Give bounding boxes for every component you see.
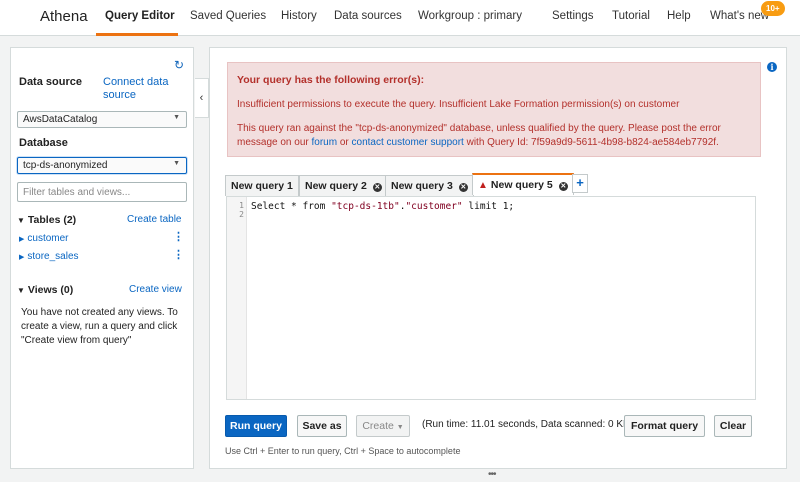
database-value: tcp-ds-anonymized: [23, 160, 108, 171]
tab-label: New query 5: [490, 179, 553, 191]
caret-down-icon: ▼: [17, 216, 25, 225]
views-section-toggle[interactable]: ▼ Views (0): [17, 284, 73, 296]
keyboard-hint: Use Ctrl + Enter to run query, Ctrl + Sp…: [225, 446, 461, 456]
tab-new-query-3[interactable]: New query 3 ✕: [385, 175, 474, 196]
info-icon[interactable]: i: [767, 62, 777, 72]
chevron-down-icon: ▼: [396, 424, 404, 431]
clear-button[interactable]: Clear: [714, 415, 752, 437]
sql-table-string: "customer": [405, 201, 463, 212]
error-detail-prefix: message on our: [237, 137, 309, 148]
tab-new-query-5[interactable]: ▲ New query 5 ✕: [472, 173, 574, 195]
create-table-link[interactable]: Create table: [127, 214, 181, 225]
caret-right-icon: ▶: [19, 236, 25, 243]
connect-data-source-link[interactable]: Connect data source: [103, 76, 183, 102]
database-label: Database: [19, 137, 68, 149]
refresh-icon[interactable]: ↻: [174, 58, 184, 72]
tables-heading: Tables (2): [27, 214, 77, 226]
table-name: customer: [27, 233, 69, 244]
sql-keywords: Select * from: [251, 201, 332, 212]
line-number: 2: [239, 210, 244, 219]
resize-handle-icon[interactable]: •••: [488, 469, 496, 480]
data-source-select[interactable]: AwsDataCatalog ▼: [17, 111, 187, 128]
add-tab-button[interactable]: +: [572, 174, 588, 193]
contact-support-link[interactable]: contact customer support: [352, 137, 464, 148]
nav-whats-new[interactable]: What's new: [710, 10, 769, 22]
tab-label: New query 2: [305, 180, 367, 192]
error-message: Insufficient permissions to execute the …: [237, 99, 680, 110]
more-options-icon[interactable]: ⋮: [173, 232, 184, 243]
active-tab-indicator: [96, 33, 178, 36]
nav-settings[interactable]: Settings: [552, 10, 594, 22]
plus-icon: +: [576, 175, 584, 190]
save-as-button[interactable]: Save as: [297, 415, 347, 437]
nav-saved-queries[interactable]: Saved Queries: [190, 10, 266, 22]
table-item-store-sales[interactable]: ▶ store_sales: [19, 251, 79, 262]
sql-editor[interactable]: 1 2 Select * from "tcp-ds-1tb"."customer…: [226, 196, 756, 400]
error-detail-line2: message on our forum or contact customer…: [237, 136, 719, 150]
query-id-text: with Query Id: 7f59a9d9-5611-4b98-b824-a…: [466, 137, 719, 148]
sidebar: ↻ Data source Connect data source AwsDat…: [10, 47, 194, 469]
error-detail-or: or: [339, 137, 349, 148]
data-source-label: Data source: [19, 76, 82, 88]
database-select[interactable]: tcp-ds-anonymized ▼: [17, 157, 187, 174]
nav-data-sources[interactable]: Data sources: [334, 10, 402, 22]
tab-new-query-2[interactable]: New query 2 ✕: [299, 175, 388, 196]
error-detail-line1: This query ran against the "tcp-ds-anony…: [237, 123, 721, 134]
chevron-down-icon: ▼: [173, 160, 180, 167]
run-query-button[interactable]: Run query: [225, 415, 287, 437]
tab-label: New query 1: [231, 180, 293, 192]
format-query-button[interactable]: Format query: [624, 415, 705, 437]
filter-tables-input[interactable]: Filter tables and views...: [17, 182, 187, 202]
data-source-value: AwsDataCatalog: [23, 114, 98, 125]
nav-workgroup[interactable]: Workgroup : primary: [418, 10, 522, 22]
tables-section-toggle[interactable]: ▼ Tables (2): [17, 214, 76, 226]
collapse-sidebar-button[interactable]: ‹: [195, 78, 209, 118]
line-number: 1: [239, 201, 244, 210]
create-label: Create: [362, 420, 394, 432]
create-button[interactable]: Create ▼: [356, 415, 410, 437]
nav-help[interactable]: Help: [667, 10, 691, 22]
forum-link[interactable]: forum: [312, 137, 338, 148]
create-view-link[interactable]: Create view: [129, 284, 182, 295]
table-name: store_sales: [27, 251, 79, 262]
nav-query-editor[interactable]: Query Editor: [105, 10, 175, 22]
tab-new-query-1[interactable]: New query 1: [225, 175, 299, 196]
nav-history[interactable]: History: [281, 10, 317, 22]
sql-database-string: "tcp-ds-1tb": [331, 201, 400, 212]
chevron-left-icon: ‹: [199, 92, 204, 104]
close-icon[interactable]: ✕: [458, 183, 468, 192]
warning-icon: ▲: [478, 180, 488, 191]
more-options-icon[interactable]: ⋮: [173, 250, 184, 261]
close-icon[interactable]: ✕: [558, 182, 568, 191]
chevron-down-icon: ▼: [173, 114, 180, 121]
error-alert: Your query has the following error(s): I…: [227, 62, 761, 157]
table-item-customer[interactable]: ▶ customer: [19, 233, 69, 244]
tab-label: New query 3: [391, 180, 453, 192]
run-meta-text: (Run time: 11.01 seconds, Data scanned: …: [422, 419, 634, 430]
sql-code-line[interactable]: Select * from "tcp-ds-1tb"."customer" li…: [251, 201, 514, 212]
nav-tutorial[interactable]: Tutorial: [612, 10, 650, 22]
sql-tail: limit 1;: [462, 201, 515, 212]
close-icon[interactable]: ✕: [372, 183, 382, 192]
top-nav: Athena Query Editor Saved Queries Histor…: [0, 0, 800, 36]
caret-down-icon: ▼: [17, 286, 25, 295]
app-brand[interactable]: Athena: [40, 8, 88, 25]
views-empty-text: You have not created any views. To creat…: [21, 307, 178, 346]
line-number-gutter: 1 2: [227, 197, 247, 399]
notification-badge: 10+: [761, 1, 785, 16]
views-heading: Views (0): [27, 284, 74, 296]
query-editor-panel: i Your query has the following error(s):…: [209, 47, 787, 469]
error-title: Your query has the following error(s):: [237, 74, 425, 86]
caret-right-icon: ▶: [19, 254, 25, 261]
